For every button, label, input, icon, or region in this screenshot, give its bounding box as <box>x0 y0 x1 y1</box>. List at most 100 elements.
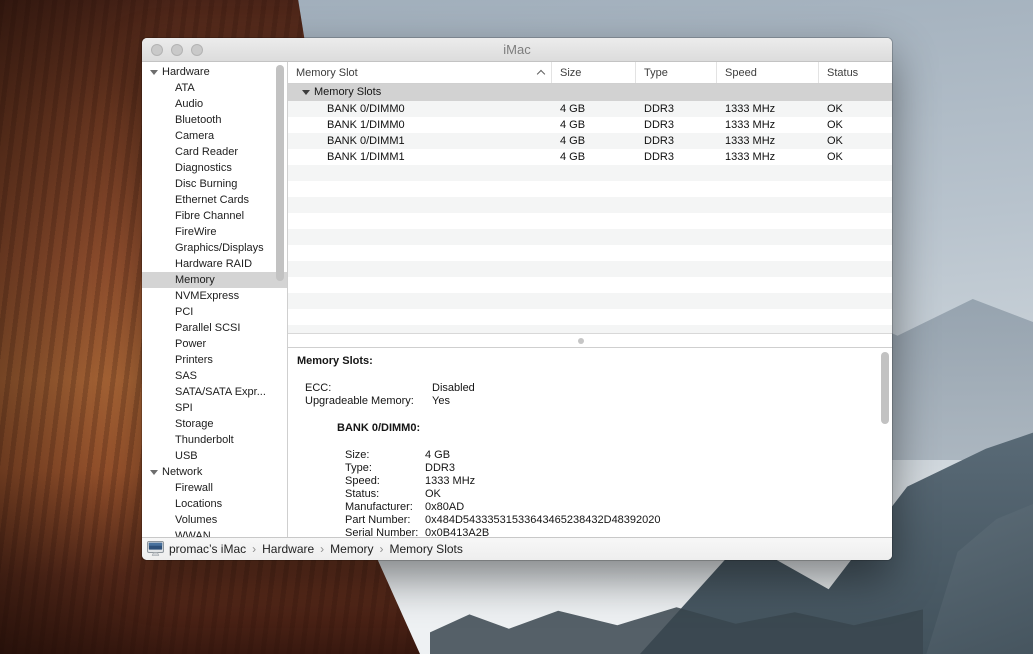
sidebar-item-ethernet-cards[interactable]: Ethernet Cards <box>142 192 287 208</box>
field-value: 0x484D54333531533643465238432D48392020 <box>425 514 661 527</box>
sidebar-item-thunderbolt[interactable]: Thunderbolt <box>142 432 287 448</box>
sidebar-item-nvmexpress[interactable]: NVMExpress <box>142 288 287 304</box>
minimize-button-icon[interactable] <box>171 44 183 56</box>
table-body: BANK 0/DIMM04 GBDDR31333 MHzOKBANK 1/DIM… <box>288 101 892 333</box>
system-information-window: iMac HardwareATAAudioBluetoothCameraCard… <box>142 38 892 560</box>
sidebar-item-hardware[interactable]: Hardware <box>142 64 287 80</box>
pane-splitter[interactable] <box>288 333 892 347</box>
column-header-memory-slot[interactable]: Memory Slot <box>288 62 552 83</box>
column-header-type[interactable]: Type <box>636 62 717 83</box>
detail-pane: Memory Slots: ECC:DisabledUpgradeable Me… <box>288 347 892 537</box>
table-row[interactable]: BANK 1/DIMM14 GBDDR31333 MHzOK <box>288 149 892 165</box>
table-row[interactable]: BANK 1/DIMM04 GBDDR31333 MHzOK <box>288 117 892 133</box>
sidebar-item-label: Locations <box>175 498 222 510</box>
sidebar-item-label: WWAN <box>175 530 211 537</box>
detail-field-row: ECC:Disabled <box>305 382 878 395</box>
sidebar-item-label: Camera <box>175 130 214 142</box>
disclosure-triangle-icon[interactable] <box>150 470 158 475</box>
column-header-label: Memory Slot <box>296 67 358 79</box>
cell-type: DDR3 <box>636 133 717 149</box>
sidebar-item-parallel-scsi[interactable]: Parallel SCSI <box>142 320 287 336</box>
cell-size: 4 GB <box>552 101 636 117</box>
cell-memory-slot: BANK 1/DIMM0 <box>288 117 552 133</box>
column-header-label: Size <box>560 67 581 79</box>
wallpaper-corner-cliff <box>903 504 1033 654</box>
detail-scrollbar-thumb[interactable] <box>881 352 889 424</box>
zoom-button-icon[interactable] <box>191 44 203 56</box>
sidebar-item-ata[interactable]: ATA <box>142 80 287 96</box>
table-row[interactable]: BANK 0/DIMM04 GBDDR31333 MHzOK <box>288 101 892 117</box>
close-button-icon[interactable] <box>151 44 163 56</box>
field-label: Speed: <box>345 475 425 488</box>
imac-icon <box>147 541 164 557</box>
sidebar-item-sas[interactable]: SAS <box>142 368 287 384</box>
column-header-speed[interactable]: Speed <box>717 62 819 83</box>
traffic-lights <box>151 44 203 56</box>
column-header-label: Type <box>644 67 668 79</box>
field-label: Type: <box>345 462 425 475</box>
sidebar-item-hardware-raid[interactable]: Hardware RAID <box>142 256 287 272</box>
sidebar-item-camera[interactable]: Camera <box>142 128 287 144</box>
window-title: iMac <box>503 42 530 57</box>
sidebar-item-label: Parallel SCSI <box>175 322 240 334</box>
breadcrumb-item-hardware: Hardware <box>262 542 314 556</box>
sidebar-item-audio[interactable]: Audio <box>142 96 287 112</box>
cell-memory-slot: BANK 0/DIMM1 <box>288 133 552 149</box>
sidebar-item-locations[interactable]: Locations <box>142 496 287 512</box>
titlebar[interactable]: iMac <box>142 38 892 62</box>
wallpaper-treeline <box>430 582 923 654</box>
field-value: Disabled <box>432 382 475 395</box>
detail-field-row: Status:OK <box>345 488 878 501</box>
sidebar-item-memory[interactable]: Memory <box>142 272 287 288</box>
cell-type: DDR3 <box>636 101 717 117</box>
sidebar-item-bluetooth[interactable]: Bluetooth <box>142 112 287 128</box>
field-label: ECC: <box>305 382 432 395</box>
cell-status: OK <box>819 133 891 149</box>
sidebar-item-printers[interactable]: Printers <box>142 352 287 368</box>
sidebar-item-volumes[interactable]: Volumes <box>142 512 287 528</box>
field-value: 0x0B413A2B <box>425 527 489 537</box>
sidebar: HardwareATAAudio Bluetooth Camera Card Read… <box>142 62 288 537</box>
column-header-status[interactable]: Status <box>819 62 891 83</box>
field-label: Part Number: <box>345 514 425 527</box>
disclosure-triangle-icon[interactable] <box>302 90 310 95</box>
sidebar-item-card-reader[interactable]: Card Reader <box>142 144 287 160</box>
sidebar-item-storage[interactable]: Storage <box>142 416 287 432</box>
sidebar-item-fibre-channel[interactable]: Fibre Channel <box>142 208 287 224</box>
sidebar-item-disc-burning[interactable]: Disc Burning <box>142 176 287 192</box>
sidebar-item-label: FireWire <box>175 226 217 238</box>
cell-status: OK <box>819 117 891 133</box>
sidebar-item-label: Fibre Channel <box>175 210 244 222</box>
sidebar-item-power[interactable]: Power <box>142 336 287 352</box>
sort-ascending-icon <box>537 70 545 78</box>
sidebar-item-graphics-displays[interactable]: Graphics/Displays <box>142 240 287 256</box>
sidebar-item-firewall[interactable]: Firewall <box>142 480 287 496</box>
cell-memory-slot: BANK 1/DIMM1 <box>288 149 552 165</box>
cell-status: OK <box>819 101 891 117</box>
splitter-handle-icon[interactable] <box>578 338 584 344</box>
field-value: 0x80AD <box>425 501 464 514</box>
sidebar-item-sata-sata-expr[interactable]: SATA/SATA Expr... <box>142 384 287 400</box>
cell-status: OK <box>819 149 891 165</box>
sidebar-item-label: Network <box>162 466 202 478</box>
sidebar-item-usb[interactable]: USB <box>142 448 287 464</box>
field-label: Size: <box>345 449 425 462</box>
table-group-row[interactable]: Memory Slots <box>288 84 892 101</box>
field-value: Yes <box>432 395 450 408</box>
cell-type: DDR3 <box>636 149 717 165</box>
sidebar-item-spi[interactable]: SPI <box>142 400 287 416</box>
cell-size: 4 GB <box>552 149 636 165</box>
sidebar-item-diagnostics[interactable]: Diagnostics <box>142 160 287 176</box>
sidebar-item-label: Bluetooth <box>175 114 221 126</box>
breadcrumb-separator-icon: › <box>252 542 256 556</box>
table-row[interactable]: BANK 0/DIMM14 GBDDR31333 MHzOK <box>288 133 892 149</box>
sidebar-item-network[interactable]: Network <box>142 464 287 480</box>
disclosure-triangle-icon[interactable] <box>150 70 158 75</box>
column-header-size[interactable]: Size <box>552 62 636 83</box>
sidebar-item-pci[interactable]: PCI <box>142 304 287 320</box>
content-area: Memory Slot Size Type SpeedStatus Memory Sl… <box>288 62 892 537</box>
sidebar-item-wwan[interactable]: WWAN <box>142 528 287 537</box>
sidebar-item-firewire[interactable]: FireWire <box>142 224 287 240</box>
cell-speed: 1333 MHz <box>717 117 819 133</box>
sidebar-scrollbar-thumb[interactable] <box>276 65 284 281</box>
